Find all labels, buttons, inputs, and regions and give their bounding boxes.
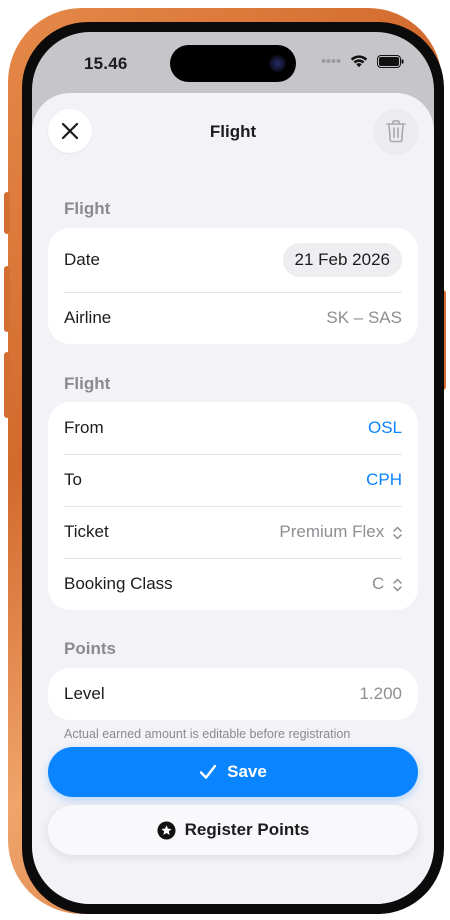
- from-row[interactable]: From OSL: [48, 402, 418, 454]
- date-label: Date: [64, 250, 100, 269]
- airline-row[interactable]: Airline SK – SAS: [48, 292, 418, 344]
- date-picker[interactable]: 21 Feb 2026: [282, 243, 402, 277]
- airline-value: SK – SAS: [326, 308, 402, 327]
- signal-dots-icon: [321, 59, 341, 63]
- flight-sheet: Flight Flight Date 21 Feb 2026 Airline S…: [32, 93, 434, 904]
- route-card: From OSL To CPH Ticket Premium Flex Book…: [48, 402, 418, 610]
- level-value[interactable]: 1.200: [359, 684, 402, 704]
- save-label: Save: [227, 762, 267, 781]
- status-time: 15.46: [84, 54, 128, 73]
- ticket-selector[interactable]: Premium Flex: [279, 522, 402, 542]
- ticket-value: Premium Flex: [279, 522, 385, 541]
- level-row[interactable]: Level 1.200: [48, 668, 418, 720]
- to-label: To: [64, 470, 82, 489]
- battery-icon: [377, 54, 404, 68]
- screen: 15.46 Flight Flight Date 21 Feb 2026 Air…: [32, 32, 434, 904]
- action-button: [4, 192, 10, 234]
- points-card: Level 1.200: [48, 668, 418, 720]
- ticket-label: Ticket: [64, 522, 109, 541]
- section-header-route: Flight: [64, 374, 111, 393]
- volume-down-button: [4, 352, 10, 418]
- points-footnote: Actual earned amount is editable before …: [64, 727, 351, 741]
- wifi-icon: [350, 55, 368, 68]
- level-label: Level: [64, 684, 105, 703]
- dynamic-island: [170, 45, 296, 82]
- to-row[interactable]: To CPH: [48, 454, 418, 506]
- booking-class-label: Booking Class: [64, 574, 173, 593]
- volume-up-button: [4, 266, 10, 332]
- booking-class-row[interactable]: Booking Class C: [48, 558, 418, 610]
- booking-class-value: C: [371, 574, 385, 593]
- status-icons: [321, 54, 404, 68]
- booking-class-selector[interactable]: C: [372, 574, 402, 594]
- section-header-flight: Flight: [64, 199, 111, 218]
- to-value[interactable]: CPH: [366, 470, 402, 490]
- section-header-points: Points: [64, 639, 116, 658]
- chevron-up-down-icon: [393, 578, 402, 591]
- from-value[interactable]: OSL: [368, 418, 402, 438]
- register-points-label: Register Points: [184, 820, 310, 839]
- register-points-button[interactable]: Register Points: [48, 805, 418, 855]
- chevron-up-down-icon: [393, 526, 402, 539]
- flight-info-card: Date 21 Feb 2026 Airline SK – SAS: [48, 228, 418, 344]
- ticket-row[interactable]: Ticket Premium Flex: [48, 506, 418, 558]
- checkmark-icon: [199, 764, 217, 779]
- front-camera: [269, 55, 286, 72]
- delete-button[interactable]: [374, 109, 418, 153]
- trash-icon: [386, 120, 406, 143]
- save-button[interactable]: Save: [48, 747, 418, 797]
- star-circle-icon: [157, 820, 176, 840]
- from-label: From: [64, 418, 104, 437]
- airline-label: Airline: [64, 308, 112, 327]
- phone-frame: 15.46 Flight Flight Date 21 Feb 2026 Air…: [4, 8, 446, 914]
- date-row[interactable]: Date 21 Feb 2026: [48, 228, 418, 292]
